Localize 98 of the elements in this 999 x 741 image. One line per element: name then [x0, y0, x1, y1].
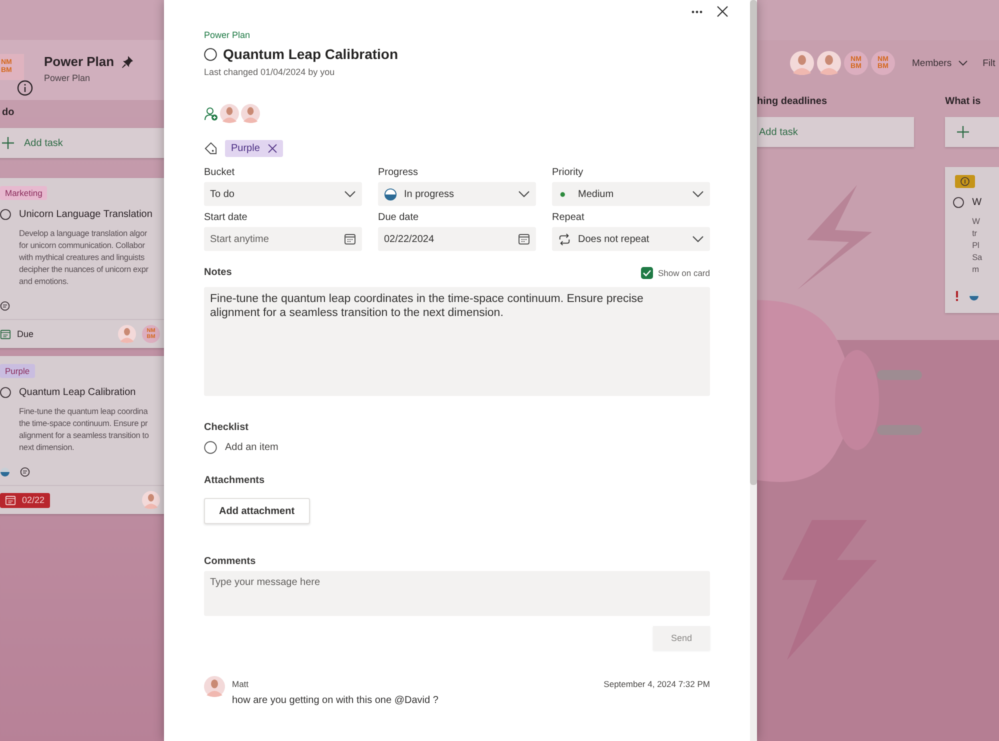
tag-icon[interactable]: [204, 142, 217, 155]
card-label: Purple: [0, 364, 35, 378]
card-title: Unicorn Language Translation: [19, 209, 152, 220]
add-task-button[interactable]: Add task: [757, 117, 914, 147]
calendar-icon: [0, 328, 11, 340]
assign-person-icon[interactable]: [204, 106, 218, 120]
remove-label-icon[interactable]: [268, 144, 277, 153]
dropdown-field[interactable]: To do: [204, 182, 362, 206]
field-label: Priority: [552, 167, 584, 178]
avatar: [204, 676, 225, 697]
field-label: Repeat: [552, 212, 586, 223]
section-heading: Attachments: [204, 475, 265, 486]
add-attachment-button[interactable]: Add attachment: [204, 498, 310, 524]
plan-subtitle: Power Plan: [44, 73, 92, 83]
section-heading: Checklist: [204, 422, 248, 433]
complete-circle-icon[interactable]: [0, 387, 11, 398]
card-title: Quantum Leap Calibration: [19, 387, 136, 398]
chevron-down-icon: [958, 60, 968, 66]
calendar-icon: [5, 494, 16, 506]
avatar: [118, 325, 136, 343]
avatar[interactable]: [241, 104, 260, 123]
field-label: Due date: [378, 212, 420, 223]
notes-field[interactable]: Fine-tune the quantum leap coordinates in the time-space continuum. Ensure precise alignment for a seamless transition to the next dimension.: [204, 287, 710, 396]
field-label: Progress: [378, 167, 420, 178]
calendar-icon: [518, 233, 530, 245]
task-title[interactable]: Quantum Leap Calibration: [223, 46, 398, 62]
avatar: [142, 491, 160, 509]
scrollbar-thumb[interactable]: [750, 0, 757, 485]
date-field[interactable]: Start anytime: [204, 227, 362, 251]
due-date-label: Due: [0, 328, 34, 340]
card-title: W: [972, 197, 982, 208]
add-task-button[interactable]: Add task: [0, 128, 164, 158]
priority-icon: [955, 291, 960, 301]
dropdown-field[interactable]: Medium: [552, 182, 710, 206]
comment-icon: [0, 301, 10, 311]
complete-circle-icon[interactable]: [204, 48, 217, 60]
card-description-line: next dimension.: [19, 441, 76, 453]
field-label: Bucket: [204, 167, 236, 178]
comment-author: Matt: [232, 679, 249, 689]
section-heading: Notes: [204, 267, 232, 278]
card-description-line: with mythical creatures and linguists: [19, 251, 146, 263]
card-label: Marketing: [0, 186, 48, 200]
card-description-line: and emotions.: [19, 275, 70, 287]
chevron-down-icon: [692, 235, 704, 243]
circle-icon: [204, 441, 217, 454]
repeat-icon: [558, 232, 571, 246]
plan-link[interactable]: Power Plan: [204, 30, 250, 40]
plus-icon: [2, 137, 14, 149]
overdue-date-badge: 02/22: [0, 492, 50, 508]
chevron-down-icon: [518, 190, 530, 198]
last-changed-text: Last changed 01/04/2024 by you: [204, 67, 336, 77]
complete-circle-icon[interactable]: [0, 209, 11, 220]
date-field[interactable]: 02/22/2024: [378, 227, 536, 251]
card-description-line: Fine-tune the quantum leap coordina: [19, 405, 149, 417]
comment-text: how are you getting on with this one @David ?: [232, 695, 440, 706]
filter-button[interactable]: Filt: [982, 58, 996, 68]
card-description-line: Pl: [972, 239, 980, 251]
card-description-line: W: [972, 215, 981, 227]
close-icon[interactable]: [717, 6, 728, 17]
show-on-card-checkbox[interactable]: [641, 267, 654, 279]
column-title: hing deadlines: [757, 96, 828, 109]
column-title: do: [1, 107, 16, 120]
progress-icon: [384, 188, 397, 200]
avatar[interactable]: [220, 104, 239, 123]
plan-name: Power Plan: [44, 54, 114, 69]
column-title: What is: [945, 96, 982, 109]
progress-icon: [969, 291, 980, 301]
calendar-icon: [344, 233, 356, 245]
comment-icon: [20, 467, 30, 477]
field-label: Start date: [204, 212, 248, 223]
card-description-line: Sa: [972, 251, 984, 263]
checkbox-label: Show on card: [658, 268, 710, 278]
members-dropdown[interactable]: Members: [912, 58, 968, 68]
label-chip[interactable]: Purple: [225, 140, 283, 157]
section-heading: Comments: [204, 556, 256, 567]
pin-icon[interactable]: [122, 56, 134, 68]
card-description-line: Develop a language translation algor: [19, 227, 148, 239]
chevron-down-icon: [344, 190, 356, 198]
card-description-line: alignment for a seamless transition to: [19, 429, 150, 441]
info-icon[interactable]: [17, 80, 33, 96]
complete-circle-icon[interactable]: [953, 197, 964, 208]
card-description-line: the time-space continuum. Ensure pr: [19, 417, 149, 429]
comment-date: September 4, 2024 7:32 PM: [604, 679, 710, 689]
task-card[interactable]: [0, 178, 164, 348]
card-description-line: decipher the nuances of unicorn expr: [19, 263, 150, 275]
card-description-line: tr: [972, 227, 978, 239]
dropdown-field[interactable]: In progress: [378, 182, 536, 206]
card-description-line: for unicorn communication. Collabor: [19, 239, 146, 251]
task-card[interactable]: W W tr Pl Sa m: [945, 167, 999, 313]
plus-icon: [957, 126, 970, 138]
dropdown-field[interactable]: Does not repeat: [552, 227, 710, 251]
info-badge-icon: [955, 175, 976, 188]
add-checklist-item[interactable]: Add an item: [204, 441, 278, 454]
chevron-down-icon: [692, 190, 704, 198]
card-description-line: m: [972, 263, 980, 275]
more-options-icon[interactable]: [691, 10, 703, 14]
task-card[interactable]: Purple Quantum Leap Calibration Fine-tune the quantum leap coordina the time-space continuum. Ensure pr alignment for a seamless transition to next dimension. 02/22: [0, 356, 164, 514]
comment-field[interactable]: Type your message here: [204, 571, 710, 616]
